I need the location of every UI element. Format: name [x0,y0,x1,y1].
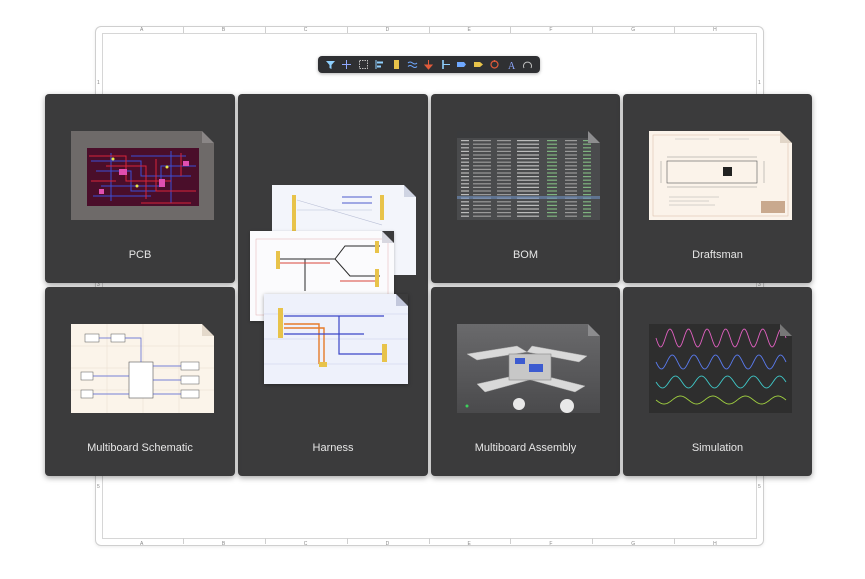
tile-pcb[interactable]: PCB [45,94,235,283]
tile-label: Multiboard Assembly [474,442,577,454]
select-rectangle-icon[interactable] [357,58,370,71]
zone-tick [182,27,184,33]
zone-tick [182,538,184,544]
zone-label-c: C [303,27,308,33]
draftsman-thumbnail [649,131,792,220]
zone-label-5: 5 [758,484,761,491]
arc-icon[interactable] [521,58,534,71]
page-fold [780,324,792,336]
crosshair-icon[interactable] [340,58,353,71]
tile-bom[interactable]: BOM [431,94,620,283]
zone-tick [346,538,348,544]
harness-thumbnail-front [264,294,408,384]
zone-label-1: 1 [758,79,761,86]
active-bar-toolbar: A [318,56,540,73]
net-label-icon[interactable] [472,58,485,71]
zone-tick [264,538,266,544]
port-icon[interactable] [455,58,468,71]
zone-tick [264,27,266,33]
zone-label-e: E [467,541,471,547]
tile-label: PCB [128,249,152,261]
zone-tick [510,538,512,544]
zone-label-h: H [713,541,717,547]
zone-label-d: D [385,27,390,33]
tile-label: Draftsman [692,249,743,261]
page-fold [202,131,214,143]
page-fold [780,131,792,143]
text-icon[interactable]: A [505,58,518,71]
filter-icon[interactable] [324,58,337,71]
page-fold [396,294,408,306]
page-fold [382,231,394,243]
tile-label: Simulation [691,442,744,454]
zone-label-g: G [631,27,636,33]
page-fold [202,324,214,336]
zone-label-b: B [221,27,226,33]
zone-tick [510,27,512,33]
zone-label-f: F [549,27,553,33]
component-icon[interactable] [390,58,403,71]
zone-label-d: D [385,541,390,547]
wire-icon[interactable] [406,58,419,71]
bom-thumbnail [457,131,600,220]
simulation-thumbnail [649,324,792,413]
zone-tick [674,538,676,544]
tile-label: BOM [512,249,539,261]
tile-label: Multiboard Schematic [87,442,193,454]
bus-icon[interactable] [439,58,452,71]
zone-tick [428,27,430,33]
zone-label-c: C [303,541,308,547]
page-fold [588,324,600,336]
zone-label-5: 5 [97,484,100,491]
tile-label: Harness [312,442,354,454]
tile-harness[interactable]: Harness [238,94,428,476]
zone-label-g: G [631,541,636,547]
zone-tick [428,538,430,544]
zone-label-a: A [139,27,144,33]
directive-icon[interactable] [488,58,501,71]
zone-tick [592,27,594,33]
svg-text:A: A [508,61,516,70]
pcb-thumbnail [71,131,214,220]
zone-tick [674,27,676,33]
zone-label-b: B [221,541,226,547]
multiboard-schematic-thumbnail [71,324,214,413]
align-icon[interactable] [373,58,386,71]
zone-tick [346,27,348,33]
zone-label-h: H [713,27,717,33]
zone-label-1: 1 [97,79,100,86]
power-port-icon[interactable] [422,58,435,71]
zone-label-e: E [467,27,471,33]
page-fold [404,185,416,197]
multiboard-assembly-thumbnail [457,324,600,413]
tile-draftsman[interactable]: Draftsman [623,94,812,283]
zone-label-f: F [549,541,553,547]
tile-multiboard-assembly[interactable]: Multiboard Assembly [431,287,620,476]
tile-simulation[interactable]: Simulation [623,287,812,476]
page-fold [588,131,600,143]
tile-multiboard-schematic[interactable]: Multiboard Schematic [45,287,235,476]
zone-label-a: A [139,541,144,547]
zone-tick [592,538,594,544]
